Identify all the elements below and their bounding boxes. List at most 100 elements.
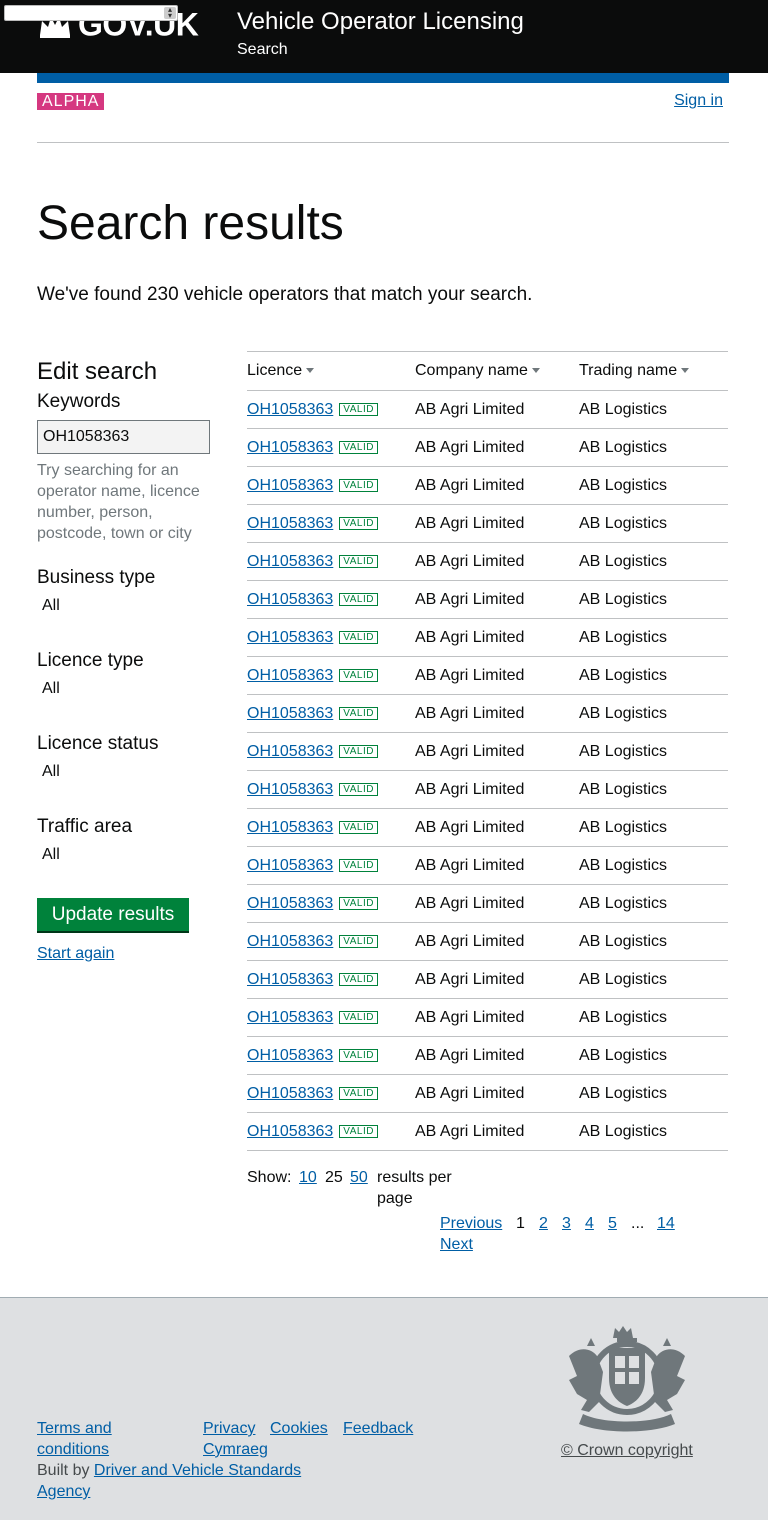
- filter-value[interactable]: All: [37, 596, 217, 616]
- results-table: Licence Company name Trading name OH1058…: [247, 351, 728, 1151]
- sort-trading-header[interactable]: Trading name: [579, 351, 728, 391]
- table-row: OH1058363 VALID AB Agri Limited AB Logistic…: [247, 656, 728, 695]
- table-row: OH1058363 VALID AB Agri Limited AB Logistic…: [247, 960, 728, 999]
- licence-link[interactable]: OH1058363: [247, 477, 333, 494]
- licence-link[interactable]: OH1058363: [247, 895, 333, 912]
- licence-link[interactable]: OH1058363: [247, 1085, 333, 1102]
- sort-licence-header[interactable]: Licence: [247, 351, 415, 391]
- status-badge: VALID: [339, 402, 378, 416]
- licence-cell: OH1058363 VALID: [247, 998, 415, 1037]
- status-badge: VALID: [339, 554, 378, 568]
- table-row: OH1058363 VALID AB Agri Limited AB Logistic…: [247, 808, 728, 847]
- pagination-previous[interactable]: Previous: [440, 1213, 502, 1234]
- per-page-50[interactable]: 50: [350, 1167, 368, 1188]
- trading-name-cell: AB Logistics: [579, 542, 728, 581]
- filter-value[interactable]: All: [37, 762, 217, 782]
- licence-cell: OH1058363 VALID: [247, 466, 415, 505]
- licence-cell: OH1058363 VALID: [247, 390, 415, 429]
- licence-link[interactable]: OH1058363: [247, 705, 333, 722]
- keywords-input[interactable]: [37, 420, 210, 454]
- table-row: OH1058363 VALID AB Agri Limited AB Logistic…: [247, 580, 728, 619]
- licence-link[interactable]: OH1058363: [247, 781, 333, 798]
- filter-value[interactable]: All: [37, 845, 217, 865]
- licence-link[interactable]: OH1058363: [247, 629, 333, 646]
- table-row: OH1058363 VALID AB Agri Limited AB Logistic…: [247, 1036, 728, 1075]
- licence-link[interactable]: OH1058363: [247, 1123, 333, 1140]
- trading-name-cell: AB Logistics: [579, 504, 728, 543]
- pagination-page-5[interactable]: 5: [608, 1213, 617, 1234]
- licence-link[interactable]: OH1058363: [247, 933, 333, 950]
- trading-name-cell: AB Logistics: [579, 694, 728, 733]
- licence-link[interactable]: OH1058363: [247, 1047, 333, 1064]
- filter-licence-type[interactable]: Licence type All: [37, 649, 217, 699]
- licence-link[interactable]: OH1058363: [247, 971, 333, 988]
- status-badge: VALID: [339, 592, 378, 606]
- licence-link[interactable]: OH1058363: [247, 667, 333, 684]
- table-row: OH1058363 VALID AB Agri Limited AB Logistic…: [247, 732, 728, 771]
- sign-in-link[interactable]: Sign in: [673, 90, 723, 111]
- licence-link[interactable]: OH1058363: [247, 591, 333, 608]
- filter-business-type[interactable]: Business type All: [37, 566, 217, 616]
- pagination-page-last[interactable]: 14: [657, 1213, 675, 1234]
- start-again-link[interactable]: Start again: [37, 944, 114, 964]
- update-results-button[interactable]: Update results: [37, 898, 189, 931]
- company-name-cell: AB Agri Limited: [415, 618, 579, 657]
- company-name-cell: AB Agri Limited: [415, 1112, 579, 1151]
- footer-feedback-link[interactable]: Feedback: [343, 1418, 413, 1439]
- table-row: OH1058363 VALID AB Agri Limited AB Logistic…: [247, 504, 728, 543]
- status-badge: VALID: [339, 820, 378, 834]
- footer-privacy-link[interactable]: Privacy: [203, 1418, 255, 1439]
- licence-link[interactable]: OH1058363: [247, 857, 333, 874]
- status-badge: VALID: [339, 478, 378, 492]
- nav-search-link[interactable]: Search: [237, 40, 288, 60]
- pagination-page-2[interactable]: 2: [539, 1213, 548, 1234]
- table-row: OH1058363 VALID AB Agri Limited AB Logistic…: [247, 1112, 728, 1151]
- floating-text-input[interactable]: ▴ ▾: [4, 5, 178, 21]
- status-badge: VALID: [339, 1048, 378, 1062]
- licence-link[interactable]: OH1058363: [247, 515, 333, 532]
- company-name-cell: AB Agri Limited: [415, 694, 579, 733]
- licence-link[interactable]: OH1058363: [247, 439, 333, 456]
- company-name-cell: AB Agri Limited: [415, 960, 579, 999]
- status-badge: VALID: [339, 668, 378, 682]
- footer-terms-link[interactable]: Terms and conditions: [37, 1418, 147, 1460]
- licence-link[interactable]: OH1058363: [247, 743, 333, 760]
- filter-licence-status[interactable]: Licence status All: [37, 732, 217, 782]
- status-badge: VALID: [339, 744, 378, 758]
- status-badge: VALID: [339, 1124, 378, 1138]
- pagination-page-3[interactable]: 3: [562, 1213, 571, 1234]
- per-page-10[interactable]: 10: [299, 1167, 317, 1188]
- licence-link[interactable]: OH1058363: [247, 1009, 333, 1026]
- header-label: Trading name: [579, 362, 678, 379]
- spinner-icon[interactable]: ▴ ▾: [164, 6, 176, 20]
- status-badge: VALID: [339, 858, 378, 872]
- status-badge: VALID: [339, 630, 378, 644]
- filter-traffic-area[interactable]: Traffic area All: [37, 815, 217, 865]
- trading-name-cell: AB Logistics: [579, 998, 728, 1037]
- sort-company-header[interactable]: Company name: [415, 351, 579, 391]
- table-row: OH1058363 VALID AB Agri Limited AB Logistic…: [247, 998, 728, 1037]
- pagination-page-4[interactable]: 4: [585, 1213, 594, 1234]
- filter-label: Licence status: [37, 733, 159, 754]
- service-name[interactable]: Vehicle Operator Licensing: [237, 7, 524, 37]
- licence-link[interactable]: OH1058363: [247, 553, 333, 570]
- pagination-current-page: 1: [516, 1215, 525, 1232]
- status-badge: VALID: [339, 1086, 378, 1100]
- company-name-cell: AB Agri Limited: [415, 846, 579, 885]
- site-header: GOV.UK ▴ ▾ Vehicle Operator Licensing Sea…: [0, 0, 768, 73]
- company-name-cell: AB Agri Limited: [415, 542, 579, 581]
- company-name-cell: AB Agri Limited: [415, 428, 579, 467]
- status-badge: VALID: [339, 972, 378, 986]
- footer-cookies-link[interactable]: Cookies: [270, 1418, 328, 1439]
- table-row: OH1058363 VALID AB Agri Limited AB Logistic…: [247, 846, 728, 885]
- licence-cell: OH1058363 VALID: [247, 580, 415, 619]
- licence-link[interactable]: OH1058363: [247, 401, 333, 418]
- per-page-suffix: results per page: [377, 1169, 452, 1207]
- status-badge: VALID: [339, 516, 378, 530]
- crown-copyright-link[interactable]: © Crown copyright: [561, 1440, 693, 1461]
- footer-cymraeg-link[interactable]: Cymraeg: [203, 1439, 268, 1460]
- pagination-next[interactable]: Next: [440, 1234, 473, 1255]
- licence-link[interactable]: OH1058363: [247, 819, 333, 836]
- table-header-row: Licence Company name Trading name: [247, 351, 728, 391]
- filter-value[interactable]: All: [37, 679, 217, 699]
